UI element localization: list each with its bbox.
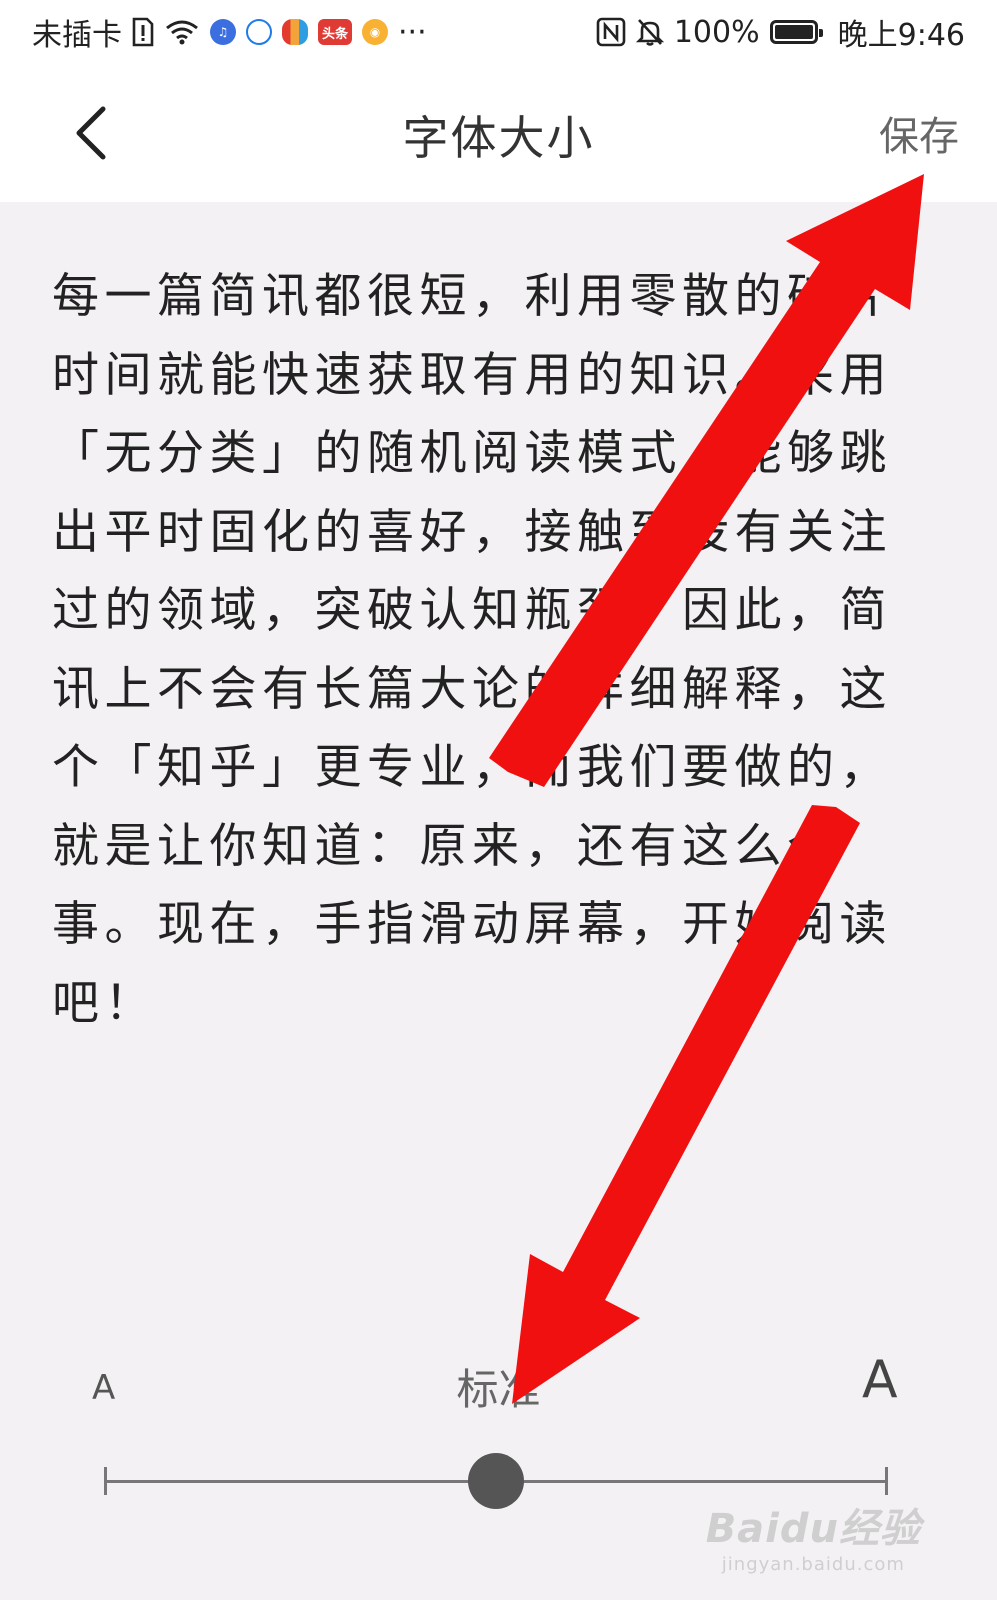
watermark-url: jingyan.baidu.com (721, 1554, 905, 1575)
cloud-app-icon (246, 19, 272, 45)
status-bar-right: 100% 晚上9:46 (596, 10, 965, 54)
weibo-app-icon: ◉ (362, 19, 388, 45)
top-app-bar: 字体大小 保存 (0, 64, 997, 202)
font-preview-text: 每一篇简讯都很短，利用零散的碎片时间就能快速获取有用的知识。采用「无分类」的随机… (52, 269, 892, 1031)
no-sim-icon (132, 17, 154, 47)
more-notifications-icon: ··· (398, 14, 427, 50)
large-font-label: A (862, 1350, 898, 1410)
battery-icon (769, 20, 823, 44)
battery-level (774, 25, 813, 39)
toutiao-app-icon: 头条 (318, 19, 352, 45)
color-app-icon (282, 19, 308, 45)
battery-percent: 100% (673, 14, 760, 50)
baidu-jingyan-watermark: Baidu经验 jingyan.baidu.com (706, 1496, 921, 1575)
carrier-label: 未插卡 (32, 18, 122, 53)
wifi-icon (164, 18, 200, 46)
watermark-logo: Baidu经验 (705, 1506, 921, 1552)
page-title: 字体大小 (402, 111, 595, 165)
clock: 晚上9:46 (837, 18, 965, 53)
slider-tick-min (104, 1467, 107, 1495)
status-bar: 未插卡 ♫ 头条 ◉ ··· 100% 晚上9:46 (0, 0, 997, 64)
nfc-icon (596, 17, 626, 47)
save-button[interactable]: 保存 (879, 104, 959, 162)
font-size-slider[interactable] (104, 1453, 888, 1509)
status-bar-left: 未插卡 ♫ 头条 ◉ ··· (32, 10, 427, 54)
slider-thumb[interactable] (468, 1453, 524, 1509)
slider-tick-max (885, 1467, 888, 1495)
music-app-icon: ♫ (210, 19, 236, 45)
current-font-size-label: 标准 (456, 1365, 541, 1414)
mute-icon (635, 17, 664, 47)
